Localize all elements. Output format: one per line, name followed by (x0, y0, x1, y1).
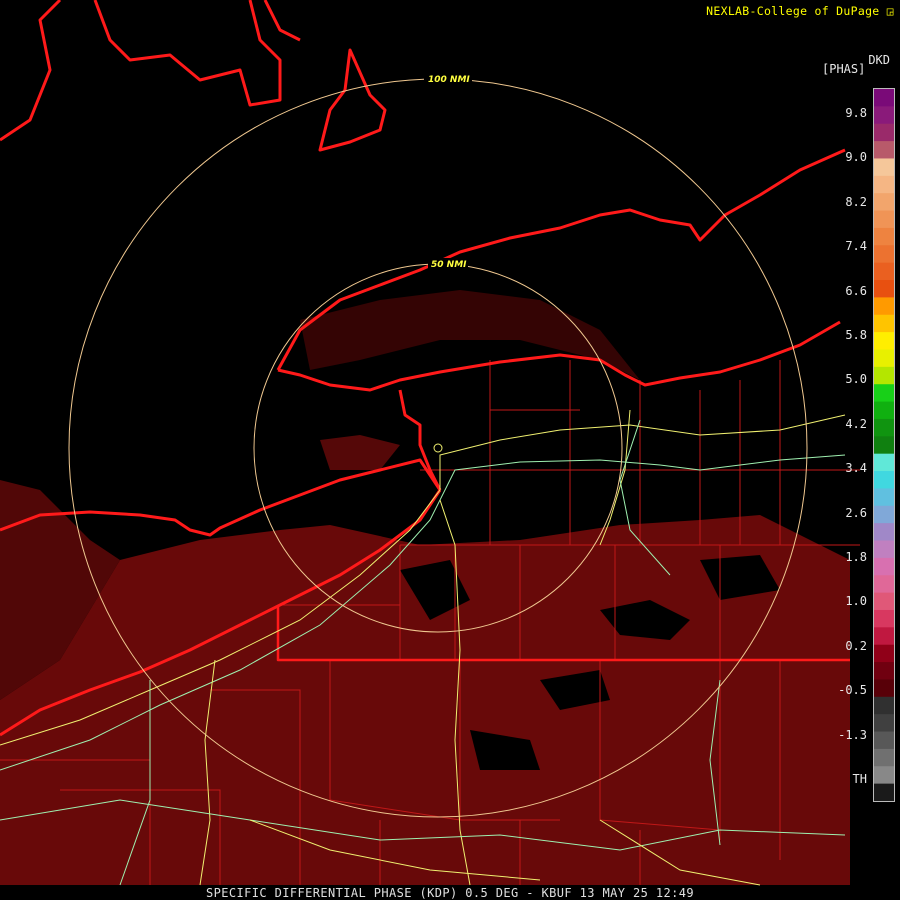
color-scale-tick-label: -1.3 (838, 727, 867, 742)
color-swatch (874, 540, 894, 559)
radar-display: 100 NMI 50 NMI NEXLAB-College of DuPage … (0, 0, 900, 900)
color-swatch (874, 748, 894, 767)
color-scale-tick-label: 5.8 (845, 328, 867, 342)
color-swatch (874, 575, 894, 594)
credit-text: NEXLAB-College of DuPage ◲ (706, 4, 894, 18)
color-swatch (874, 731, 894, 750)
color-swatch (874, 766, 894, 785)
color-scale-tick-label: TH (852, 772, 867, 786)
radar-map: 100 NMI 50 NMI (0, 0, 860, 886)
color-swatch (874, 89, 894, 107)
color-swatch (874, 783, 894, 801)
color-swatch (874, 523, 894, 542)
color-swatch (874, 644, 894, 663)
color-swatch (874, 349, 894, 368)
color-swatch (874, 141, 894, 159)
color-scale-tick-label: 0.2 (845, 638, 867, 653)
color-swatch (874, 627, 894, 646)
color-swatch (874, 488, 894, 507)
color-scale-tick-label: 7.4 (845, 239, 867, 254)
color-swatch (874, 714, 894, 733)
color-swatch (874, 696, 894, 715)
color-swatch (874, 193, 894, 212)
echo-patch-lake (320, 435, 400, 470)
canada-north-coast (0, 0, 301, 142)
color-swatch (874, 662, 894, 680)
color-swatch (874, 418, 894, 437)
radar-site-marker (433, 443, 443, 453)
range-ring-label-50: 50 NMI (431, 260, 467, 270)
color-swatch (874, 245, 894, 264)
echo-field (0, 290, 850, 885)
color-scale-tick-label: 5.0 (845, 372, 867, 387)
color-swatch (874, 280, 894, 298)
color-swatch (874, 436, 894, 455)
color-swatch (874, 592, 894, 611)
range-ring-label-100: 100 NMI (428, 75, 470, 85)
color-scale-tick-label: -0.5 (838, 683, 867, 698)
resize-corner-icon[interactable]: ◲ (887, 4, 894, 18)
color-scale-tick-label: 9.0 (845, 150, 867, 165)
color-swatch (874, 471, 894, 489)
island-outline (318, 48, 387, 152)
product-code: DKD (868, 53, 890, 67)
color-scale-tick-label: 9.8 (845, 106, 867, 120)
unit-label: [PHAS] (822, 62, 866, 76)
color-swatch (874, 175, 894, 194)
color-scale-tick-label: 1.0 (845, 594, 867, 609)
color-scale-tick-label: 8.2 (845, 194, 867, 209)
color-swatch (874, 227, 894, 246)
color-swatch (874, 609, 894, 628)
color-swatch (874, 453, 894, 472)
color-swatch (874, 332, 894, 350)
color-scale-tick-label: 3.4 (845, 461, 867, 476)
color-swatch (874, 314, 894, 333)
color-swatch (874, 679, 894, 698)
color-swatch (874, 123, 894, 142)
niagara-river (398, 389, 442, 491)
product-caption: SPECIFIC DIFFERENTIAL PHASE (KDP) 0.5 DE… (0, 886, 900, 900)
color-swatch (874, 557, 894, 576)
color-scale-tick-label: 6.6 (845, 283, 867, 298)
color-scale-tick-label: 1.8 (845, 550, 867, 564)
color-scale-swatches (874, 89, 894, 801)
color-scale-bar (873, 88, 895, 802)
color-swatch (874, 262, 894, 281)
color-swatch (874, 210, 894, 229)
color-swatch (874, 158, 894, 177)
color-swatch (874, 366, 894, 385)
color-swatch (874, 401, 894, 420)
color-scale-tick-label: 2.6 (845, 505, 867, 520)
color-swatch (874, 297, 894, 316)
color-swatch (874, 106, 894, 125)
color-swatch (874, 384, 894, 403)
color-scale-tick-label: 4.2 (845, 416, 867, 431)
credit-label: NEXLAB-College of DuPage (706, 4, 880, 18)
color-swatch (874, 505, 894, 524)
